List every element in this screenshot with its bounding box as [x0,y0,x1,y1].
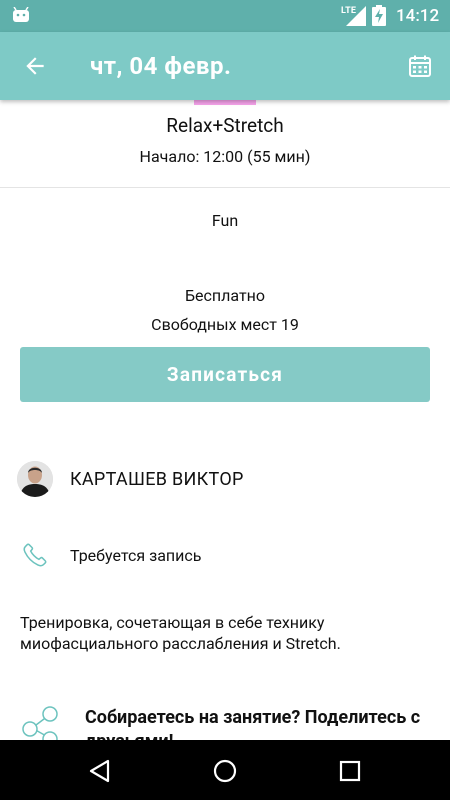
calendar-icon[interactable] [408,54,432,78]
signup-button[interactable]: Записаться [20,347,430,402]
class-name: Relax+Stretch [166,114,284,137]
start-time: Начало: 12:00 (55 мин) [139,147,311,166]
system-nav-bar [0,740,450,800]
page-title: чт, 04 февр. [90,52,232,80]
android-icon [13,7,29,22]
divider [0,187,450,188]
trainer-name[interactable]: КАРТАШЕВ ВИКТОР [70,469,244,490]
class-category: Fun [211,211,239,230]
booking-required-note: Требуется запись [70,546,202,565]
class-color-strip [194,100,256,105]
price: Бесплатно [184,286,266,305]
battery-charging-icon [372,5,386,26]
trainer-avatar[interactable] [17,461,53,497]
share-prompt[interactable]: Собираетесь на занятие? Поделитесь с дру… [85,706,425,740]
nav-recents-icon[interactable] [337,758,363,784]
free-spots: Свободных мест 19 [151,315,299,334]
nav-back-icon[interactable] [87,758,113,784]
trainer-photo [17,461,53,497]
clock: 14:12 [396,6,440,26]
status-bar: LTE 14:12 [0,0,450,32]
network-type: LTE [341,6,357,16]
nav-home-icon[interactable] [212,758,238,784]
phone-icon [23,543,47,567]
event-details: Relax+Stretch Начало: 12:00 (55 мин) Fun… [0,100,450,740]
class-description: Тренировка, сочетающая в себе технику ми… [20,613,341,653]
back-arrow-icon[interactable] [22,53,48,79]
app-bar: чт, 04 февр. [0,32,450,100]
share-icon[interactable] [22,706,62,740]
